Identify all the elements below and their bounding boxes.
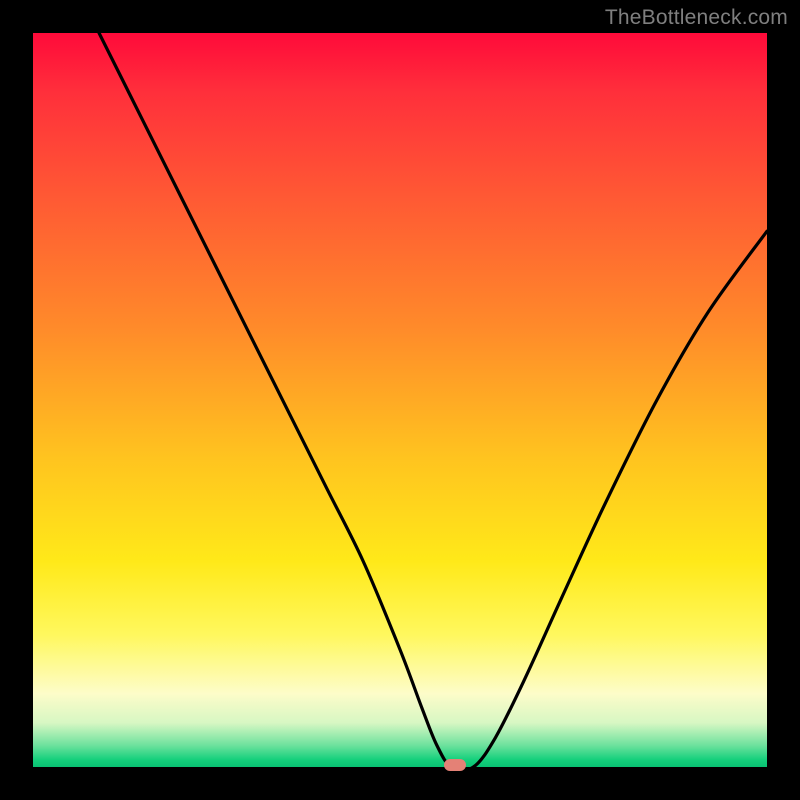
watermark-text: TheBottleneck.com xyxy=(605,6,788,30)
bottleneck-curve xyxy=(33,33,767,767)
chart-frame: TheBottleneck.com xyxy=(0,0,800,800)
plot-area xyxy=(33,33,767,767)
minimum-marker xyxy=(444,759,466,771)
